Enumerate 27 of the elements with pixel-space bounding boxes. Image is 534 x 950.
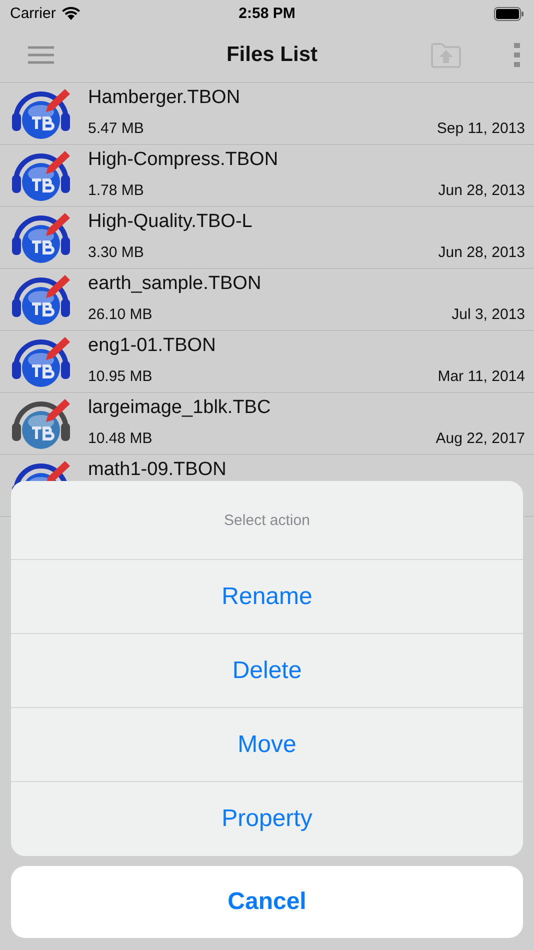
file-name: High-Compress.TBON bbox=[88, 150, 280, 170]
file-name: High-Quality.TBO-L bbox=[88, 212, 254, 232]
file-size: 10.95 MB bbox=[88, 368, 152, 386]
file-name: largeimage_1blk.TBC bbox=[88, 398, 272, 418]
file-size: 1.78 MB bbox=[88, 182, 144, 200]
file-size: 5.47 MB bbox=[88, 120, 144, 138]
file-name: math1-09.TBON bbox=[88, 460, 228, 480]
menu-icon[interactable] bbox=[28, 46, 54, 64]
file-date: Jul 3, 2013 bbox=[452, 306, 525, 324]
battery-icon bbox=[494, 6, 524, 20]
file-size: 26.10 MB bbox=[88, 306, 152, 324]
nav-title: Files List bbox=[225, 42, 319, 66]
file-size: 10.48 MB bbox=[88, 430, 152, 448]
status-time: 2:58 PM bbox=[238, 5, 296, 22]
file-name: earth_sample.TBON bbox=[88, 274, 262, 294]
file-date: Jun 28, 2013 bbox=[438, 182, 525, 200]
file-date: Sep 11, 2013 bbox=[436, 120, 525, 138]
file-date: Aug 22, 2017 bbox=[436, 430, 525, 448]
more-icon[interactable] bbox=[514, 42, 520, 66]
file-name: Hamberger.TBON bbox=[88, 88, 242, 108]
file-name: eng1-01.TBON bbox=[88, 336, 217, 356]
wifi-icon bbox=[62, 7, 80, 20]
cancel-button[interactable]: Cancel bbox=[11, 866, 523, 938]
carrier-label: Carrier bbox=[10, 5, 56, 22]
file-date: Jun 28, 2013 bbox=[438, 244, 525, 262]
file-date: Mar 11, 2014 bbox=[438, 368, 525, 386]
file-size: 3.30 MB bbox=[88, 244, 144, 262]
